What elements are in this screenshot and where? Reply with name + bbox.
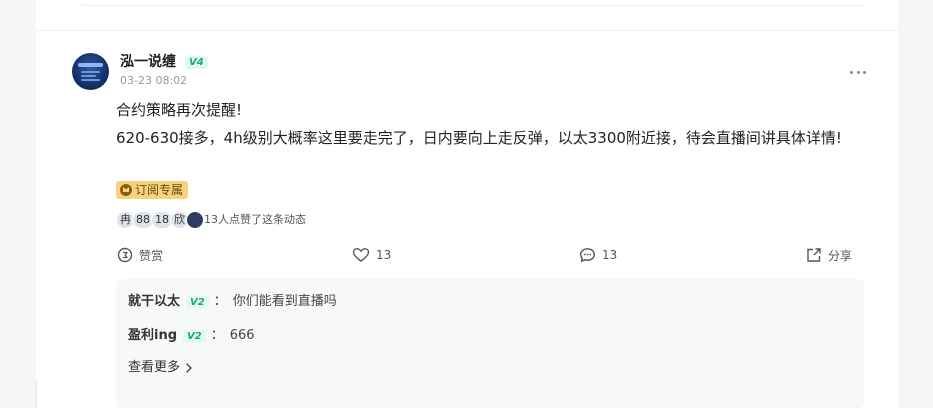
post-body: 620-630接多，4h级别大概率这里要走完了，日内要向上走反弹，以太3300附…: [116, 129, 842, 147]
subscription-badge[interactable]: 订阅专属: [116, 181, 189, 199]
commenter-level-badge: V2: [183, 329, 206, 343]
previous-card-edge: [80, 0, 865, 6]
liker-avatars[interactable]: 冉 88 18 欣: [116, 210, 204, 230]
commenter-name[interactable]: 盈利ing: [128, 326, 177, 346]
post-timestamp: 03-23 08:02: [120, 74, 188, 87]
avatar[interactable]: [72, 53, 109, 90]
card-divider: [36, 30, 898, 31]
more-icon[interactable]: [850, 64, 866, 80]
comment-count: 13: [602, 248, 618, 262]
comment-icon: [580, 248, 595, 262]
likes-summary[interactable]: 13人点赞了这条动态: [204, 212, 306, 228]
reward-button[interactable]: 赞赏: [117, 245, 163, 265]
share-label: 分享: [828, 248, 853, 263]
reward-label: 赞赏: [139, 248, 164, 263]
comment-text: 666: [229, 328, 255, 343]
post-title: 合约策略再次提醒!: [116, 101, 243, 119]
like-count: 13: [376, 248, 392, 262]
crown-icon: [120, 184, 132, 196]
share-button[interactable]: 分享: [806, 245, 852, 265]
chevron-right-icon: [186, 363, 192, 373]
comment-item[interactable]: 盈利ing V2 ： 666: [128, 326, 255, 346]
comment-item[interactable]: 就干以太 V2 ： 你们能看到直播吗: [128, 292, 337, 312]
commenter-level-badge: V2: [186, 295, 209, 309]
author-level-badge: V4: [185, 56, 208, 69]
heart-icon: [352, 248, 370, 262]
like-button[interactable]: 13: [352, 245, 391, 265]
subscription-badge-label: 订阅专属: [135, 183, 184, 197]
view-more-label: 查看更多: [128, 360, 181, 375]
view-more-link[interactable]: 查看更多: [128, 358, 194, 378]
comment-button[interactable]: 13: [579, 245, 617, 265]
commenter-name[interactable]: 就干以太: [128, 292, 180, 312]
liker-avatar-image: [186, 211, 204, 229]
comment-separator: ：: [213, 294, 227, 309]
reward-icon: [117, 247, 133, 263]
card-border: [36, 380, 37, 408]
share-icon: [807, 248, 821, 262]
author-name[interactable]: 泓一说缠: [120, 53, 176, 71]
comment-text: 你们能看到直播吗: [232, 294, 337, 309]
comment-separator: ：: [210, 328, 224, 343]
